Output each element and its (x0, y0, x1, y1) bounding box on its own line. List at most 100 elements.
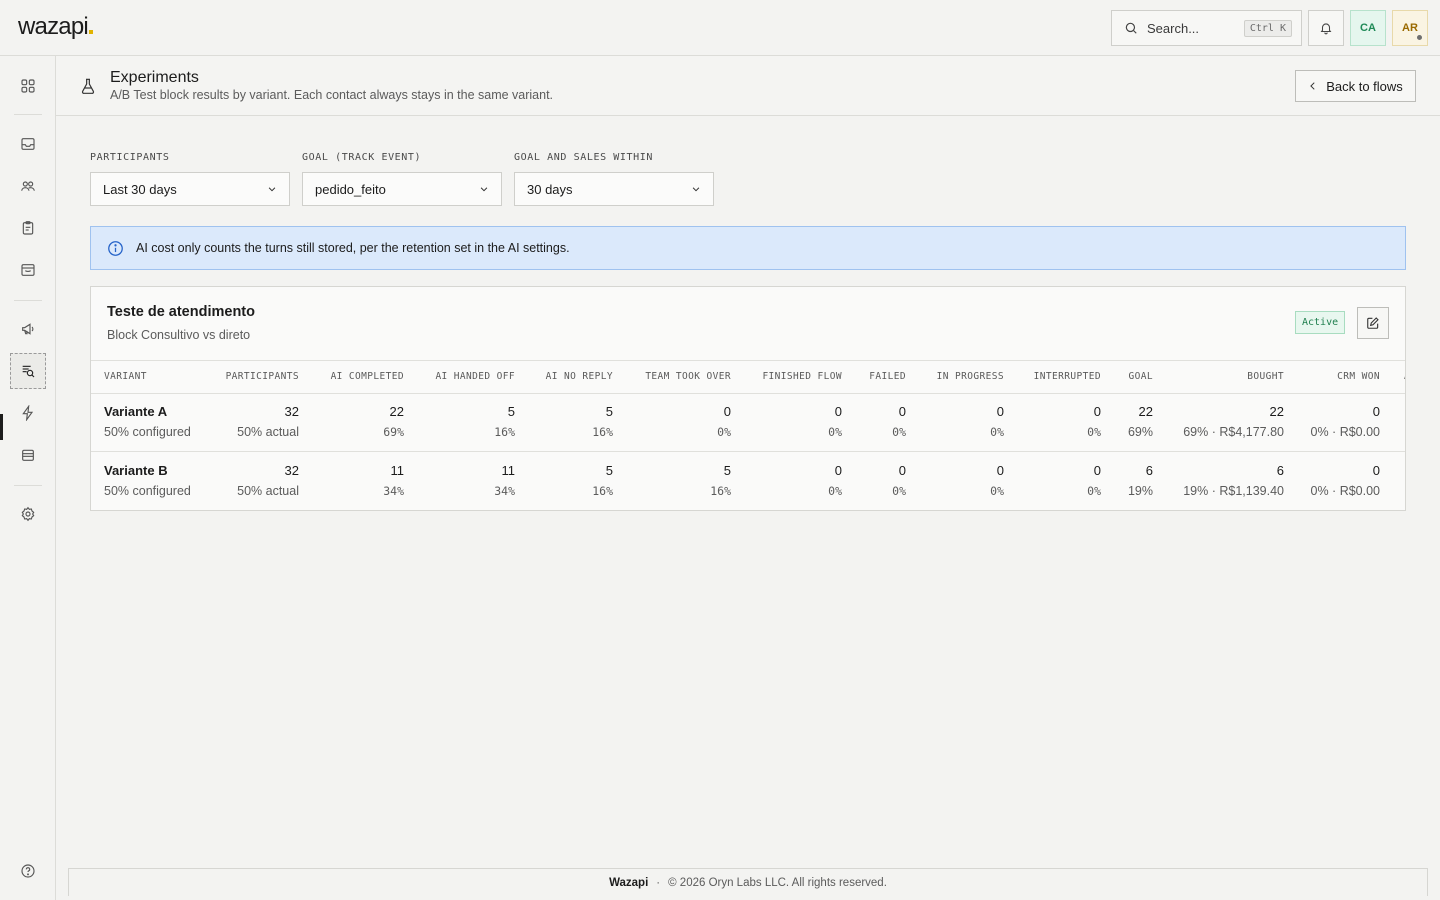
col-ai-no-reply: AI NO REPLY (545, 371, 613, 382)
failed-pct: 0% (892, 484, 906, 498)
col-participants: PARTICIPANTS (225, 371, 299, 382)
notifications-button[interactable] (1308, 10, 1344, 46)
ai-handed-off-value: 11 (501, 463, 516, 478)
app-logo[interactable]: wazapi (18, 12, 93, 42)
team-took-over-pct: 0% (717, 425, 731, 439)
alert-text: AI cost only counts the turns still stor… (136, 241, 570, 255)
col-truncated: A (1404, 361, 1405, 393)
participants-pct: 50% actual (237, 425, 299, 439)
chevron-left-icon (1310, 82, 1315, 90)
page-title: Experiments (110, 69, 199, 86)
col-interrupted: INTERRUPTED (1033, 371, 1101, 382)
ai-completed-pct: 69% (383, 425, 404, 439)
finished-flow-pct: 0% (828, 425, 842, 439)
search-input[interactable]: Search... Ctrl K (1111, 10, 1302, 46)
variant-name: Variante B (104, 463, 168, 478)
grid-icon (21, 79, 35, 93)
col-ai-handed-off: AI HANDED OFF (435, 371, 515, 382)
ai-handed-off-pct: 16% (494, 425, 515, 439)
ai-completed-pct: 34% (383, 484, 404, 498)
user-avatar[interactable]: AR (1392, 10, 1428, 46)
ai-no-reply-pct: 16% (592, 484, 613, 498)
sidebar-divider (14, 300, 42, 301)
finished-flow-pct: 0% (828, 484, 842, 498)
footer-copyright: © 2026 Oryn Labs LLC. All rights reserve… (668, 876, 887, 889)
users-icon (21, 181, 35, 191)
help-icon (21, 864, 35, 878)
table-header: VARIANT PARTICIPANTS AI COMPLETED AI HAN… (91, 360, 1405, 394)
sidebar-item-inbox[interactable] (10, 126, 46, 162)
experiment-card: Teste de atendimento Block Consultivo vs… (90, 286, 1406, 511)
col-finished-flow: FINISHED FLOW (762, 371, 842, 382)
edit-experiment-button[interactable] (1357, 307, 1389, 339)
bought-detail: 19% · R$1,139.40 (1183, 484, 1284, 498)
variant-config: 50% configured (104, 425, 191, 439)
ai-completed-value: 22 (389, 404, 404, 419)
crm-won-detail: 0% · R$0.00 (1310, 484, 1380, 498)
sidebar-item-archive[interactable] (10, 437, 46, 473)
in-progress-value: 0 (996, 463, 1004, 478)
team-took-over-value: 0 (723, 404, 731, 419)
search-icon (1125, 22, 1137, 34)
participants-label: PARTICIPANTS (90, 152, 170, 163)
footer-brand: Wazapi (609, 876, 649, 889)
user-initials: AR (1402, 22, 1418, 34)
sidebar-item-campaigns[interactable] (10, 311, 46, 347)
sidebar-item-experiments[interactable] (10, 353, 46, 389)
sidebar-item-store[interactable] (10, 252, 46, 288)
top-bar: wazapi Search... Ctrl K CA AR (0, 0, 1440, 56)
col-failed: FAILED (869, 371, 906, 382)
col-bought: BOUGHT (1247, 371, 1284, 382)
failed-value: 0 (898, 463, 906, 478)
archive-icon (22, 449, 34, 461)
sidebar (0, 56, 56, 900)
megaphone-icon (22, 323, 34, 335)
failed-value: 0 (898, 404, 906, 419)
in-progress-pct: 0% (990, 484, 1004, 498)
footer: Wazapi · © 2026 Oryn Labs LLC. All right… (68, 868, 1428, 896)
ai-no-reply-value: 5 (605, 463, 613, 478)
participants-value: 32 (284, 404, 299, 419)
clipboard-icon (22, 221, 34, 235)
table-row[interactable]: Variante B 50% configured 32 50% actual … (91, 452, 1405, 510)
edit-icon (1367, 317, 1379, 329)
ai-no-reply-pct: 16% (592, 425, 613, 439)
sidebar-item-dashboard[interactable] (10, 68, 46, 104)
info-alert: AI cost only counts the turns still stor… (90, 226, 1406, 270)
goal-select[interactable]: pedido_feito (302, 172, 502, 206)
sidebar-item-contacts[interactable] (10, 168, 46, 204)
info-icon (108, 240, 123, 256)
finished-flow-value: 0 (834, 463, 842, 478)
experiment-title: Teste de atendimento (107, 304, 255, 320)
ai-no-reply-value: 5 (605, 404, 613, 419)
bell-icon (1320, 23, 1332, 35)
sidebar-item-settings[interactable] (10, 496, 46, 532)
logo-dot-icon (88, 30, 93, 34)
page-subtitle: A/B Test block results by variant. Each … (110, 88, 554, 102)
presence-dot-icon (1416, 34, 1423, 41)
search-shortcut: Ctrl K (1243, 19, 1292, 37)
inbox-icon (21, 138, 35, 150)
failed-pct: 0% (892, 425, 906, 439)
finished-flow-value: 0 (834, 404, 842, 419)
ai-completed-value: 11 (390, 463, 405, 478)
window-select[interactable]: 30 days (514, 172, 714, 206)
sidebar-item-automations[interactable] (10, 395, 46, 431)
workspace-avatar[interactable]: CA (1350, 10, 1386, 46)
in-progress-value: 0 (996, 404, 1004, 419)
back-to-flows-button[interactable]: Back to flows (1295, 70, 1416, 102)
sidebar-item-tasks[interactable] (10, 210, 46, 246)
ai-handed-off-pct: 34% (494, 484, 515, 498)
footer-separator: · (656, 876, 661, 889)
goal-value: pedido_feito (315, 181, 386, 197)
bought-value: 6 (1276, 463, 1284, 478)
chevron-down-icon (268, 187, 276, 192)
interrupted-pct: 0% (1087, 484, 1101, 498)
page-header: Experiments A/B Test block results by va… (56, 56, 1440, 116)
flask-icon (81, 78, 95, 94)
sidebar-divider (14, 114, 42, 115)
window-value: 30 days (527, 181, 573, 197)
participants-select[interactable]: Last 30 days (90, 172, 290, 206)
sidebar-item-help[interactable] (10, 853, 46, 889)
table-row[interactable]: Variante A 50% configured 32 50% actual … (91, 393, 1405, 452)
